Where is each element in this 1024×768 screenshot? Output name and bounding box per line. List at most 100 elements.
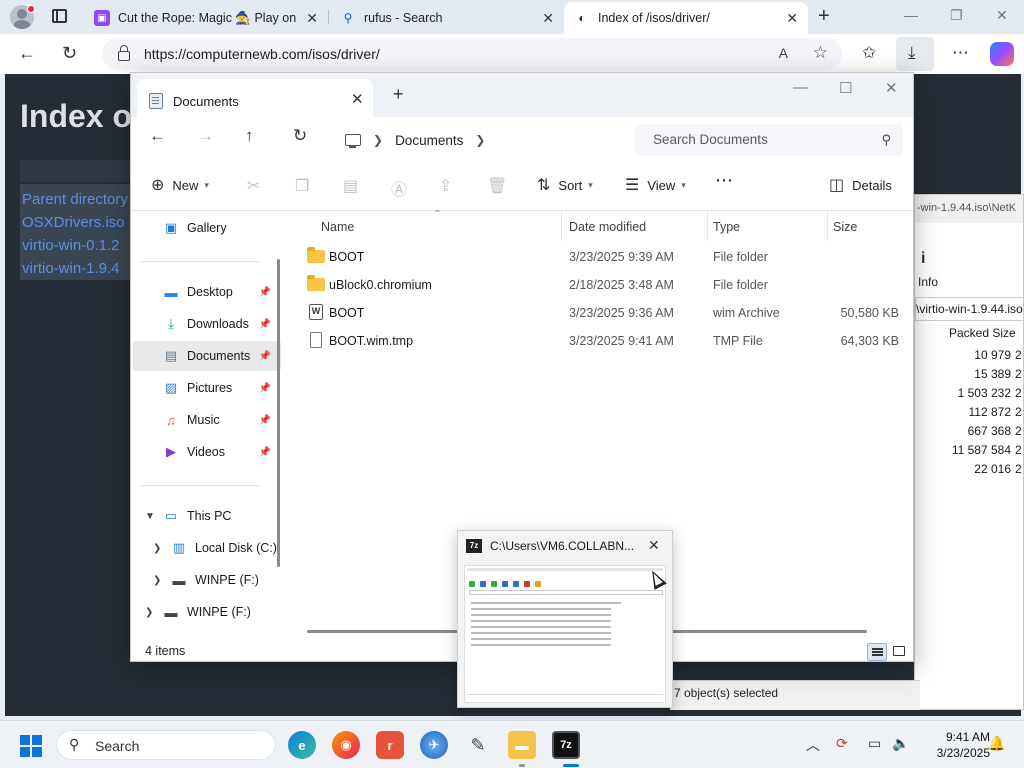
lock-icon[interactable] — [118, 45, 130, 61]
sevenzip-taskbar-icon[interactable]: 7z — [552, 731, 580, 759]
pin-icon[interactable]: 📌 — [259, 287, 271, 298]
info-icon[interactable]: i — [921, 250, 925, 268]
new-tab-icon[interactable]: + — [393, 84, 404, 105]
copy-icon[interactable]: ❐ — [295, 176, 309, 196]
delete-icon[interactable]: 🗑 — [487, 176, 507, 196]
breadcrumb-documents[interactable]: Documents — [395, 133, 463, 148]
maximize-icon[interactable]: ☐ — [839, 79, 852, 97]
downloads-button[interactable]: ⤓ — [896, 37, 934, 71]
more-options-icon[interactable]: ⋯ — [952, 43, 969, 63]
close-icon[interactable]: ✕ — [648, 537, 660, 554]
paste-icon[interactable]: ▤ — [343, 176, 358, 196]
breadcrumb[interactable]: ❯ Documents ❯ — [337, 125, 627, 155]
rename-icon[interactable]: Ⓐ — [391, 176, 407, 200]
edge-icon[interactable]: e — [288, 731, 316, 759]
refresh-icon[interactable]: ↻ — [293, 126, 307, 146]
forward-icon[interactable]: → — [197, 126, 214, 146]
nav-item-winpe-drive[interactable]: ❯ ▬ WINPE (F:) — [141, 565, 283, 595]
nav-item-downloads[interactable]: ⤓ Downloads 📌 — [133, 309, 281, 339]
copilot-icon[interactable] — [990, 42, 1014, 66]
pin-icon[interactable]: 📌 — [259, 319, 271, 330]
close-tab-icon[interactable]: ✕ — [351, 90, 364, 108]
close-window-icon[interactable]: ✕ — [885, 79, 898, 97]
nav-item-documents[interactable]: ▤ Documents 📌 — [133, 341, 281, 371]
tab-actions-icon[interactable] — [52, 9, 67, 23]
pin-icon[interactable]: 📌 — [259, 415, 271, 426]
usb-app-icon[interactable]: ✎ — [464, 731, 492, 759]
file-row[interactable]: BOOT.wim.tmp 3/23/2025 9:41 AM TMP File … — [287, 327, 913, 355]
packed-size-header[interactable]: Packed Size — [949, 326, 1016, 340]
link-parent-directory[interactable]: Parent directory — [20, 188, 140, 211]
column-separator[interactable] — [707, 211, 708, 241]
notification-bell-icon[interactable]: 🔔 — [988, 735, 1005, 752]
chevron-right-icon[interactable]: ❯ — [145, 607, 153, 618]
chevron-down-icon[interactable]: ▼ — [145, 511, 155, 522]
link-osxdrivers[interactable]: OSXDrivers.iso — [20, 211, 140, 234]
minimize-icon[interactable]: — — [904, 7, 918, 23]
nav-scrollbar[interactable] — [277, 259, 280, 567]
nav-item-local-disk[interactable]: ❯ ▥ Local Disk (C:) — [141, 533, 283, 563]
favorite-star-icon[interactable]: ☆ — [813, 43, 828, 63]
archive-path-field[interactable]: \virtio-win-1.9.44.iso — [915, 297, 1023, 321]
back-icon[interactable]: ← — [18, 43, 36, 64]
nav-item-music[interactable]: ♫ Music 📌 — [133, 405, 281, 435]
file-row[interactable]: uBlock0.chromium 2/18/2025 3:48 AM File … — [287, 271, 913, 299]
info-button-label[interactable]: Info — [918, 275, 938, 289]
link-virtio-win-0[interactable]: virtio-win-0.1.2 — [20, 234, 140, 257]
file-row[interactable]: BOOT 3/23/2025 9:39 AM File folder — [287, 243, 913, 271]
chevron-right-icon[interactable]: ❯ — [475, 133, 485, 147]
start-button[interactable] — [20, 735, 42, 757]
nav-item-this-pc[interactable]: ▼ ▭ This PC — [133, 501, 281, 531]
chevron-up-icon[interactable]: ︿ — [806, 735, 820, 755]
column-separator[interactable] — [561, 211, 562, 241]
chevron-right-icon[interactable]: ❯ — [373, 133, 383, 147]
taskbar-thumbnail-preview[interactable]: 7z C:\Users\VM6.COLLABN... ✕ — [457, 530, 673, 708]
sort-button[interactable]: ⇅ Sort ▾ — [537, 175, 593, 195]
explorer-tab-documents[interactable]: Documents ✕ — [137, 79, 373, 117]
chevron-right-icon[interactable]: ❯ — [153, 575, 161, 586]
firefox-icon[interactable]: ◉ — [332, 731, 360, 759]
close-window-icon[interactable]: ✕ — [996, 7, 1008, 24]
restore-icon[interactable]: ❐ — [950, 7, 963, 24]
pin-icon[interactable]: 📌 — [259, 383, 271, 394]
column-header-name[interactable]: Name — [321, 211, 354, 241]
taskbar-search-box[interactable]: ⚲ Search — [56, 730, 276, 760]
volume-icon[interactable]: 🔈 — [892, 735, 909, 752]
column-separator[interactable] — [827, 211, 828, 241]
cut-icon[interactable]: ✂ — [247, 176, 260, 196]
back-icon[interactable]: ← — [149, 126, 166, 146]
view-button[interactable]: ☰ View ▾ — [625, 175, 686, 195]
details-button[interactable]: ◫ Details — [829, 175, 892, 195]
tab-cut-the-rope[interactable]: ▣ Cut the Rope: Magic 🧙 Play on ✕ — [84, 2, 328, 34]
column-header-date[interactable]: Date modified — [569, 211, 646, 241]
url-field[interactable]: https://computernewb.com/isos/driver/ A … — [102, 38, 842, 70]
share-icon[interactable]: ⇪ — [439, 176, 452, 196]
nav-item-desktop[interactable]: ▬ Desktop 📌 — [133, 277, 281, 307]
file-explorer-icon[interactable]: ▬ — [508, 731, 536, 759]
details-view-button[interactable] — [867, 643, 887, 661]
nav-item-gallery[interactable]: ▣ Gallery — [133, 213, 281, 243]
close-tab-icon[interactable]: ✕ — [786, 10, 798, 27]
read-aloud-icon[interactable]: A — [779, 45, 788, 61]
chevron-right-icon[interactable]: ❯ — [153, 543, 161, 554]
refresh-icon[interactable]: ↻ — [62, 43, 77, 64]
network-icon[interactable]: ▭ — [868, 735, 881, 752]
see-more-icon[interactable]: ⋯ — [715, 170, 733, 191]
up-icon[interactable]: ↑ — [245, 126, 254, 146]
favorites-icon[interactable]: ✩ — [862, 43, 876, 63]
large-icons-view-button[interactable] — [889, 643, 909, 661]
pin-icon[interactable]: 📌 — [259, 351, 271, 362]
search-input[interactable]: Search Documents ⚲ — [635, 124, 903, 156]
column-header-size[interactable]: Size — [833, 211, 857, 241]
nav-item-winpe-drive-2[interactable]: ❯ ▬ WINPE (F:) — [133, 597, 281, 627]
file-row[interactable]: W BOOT 3/23/2025 9:36 AM wim Archive 50,… — [287, 299, 913, 327]
close-tab-icon[interactable]: ✕ — [306, 10, 318, 27]
tab-rufus-search[interactable]: ⚲ rufus - Search ✕ — [330, 2, 564, 34]
network-app-icon[interactable]: ✈ — [420, 731, 448, 759]
nav-item-pictures[interactable]: ▨ Pictures 📌 — [133, 373, 281, 403]
tab-index-isos-driver[interactable]: ◐ Index of /isos/driver/ ✕ — [564, 2, 808, 34]
link-virtio-win-1[interactable]: virtio-win-1.9.4 — [20, 257, 140, 280]
nav-item-videos[interactable]: ▶ Videos 📌 — [133, 437, 281, 467]
rufus-app-icon[interactable]: r — [376, 731, 404, 759]
minimize-icon[interactable]: — — [793, 79, 808, 96]
